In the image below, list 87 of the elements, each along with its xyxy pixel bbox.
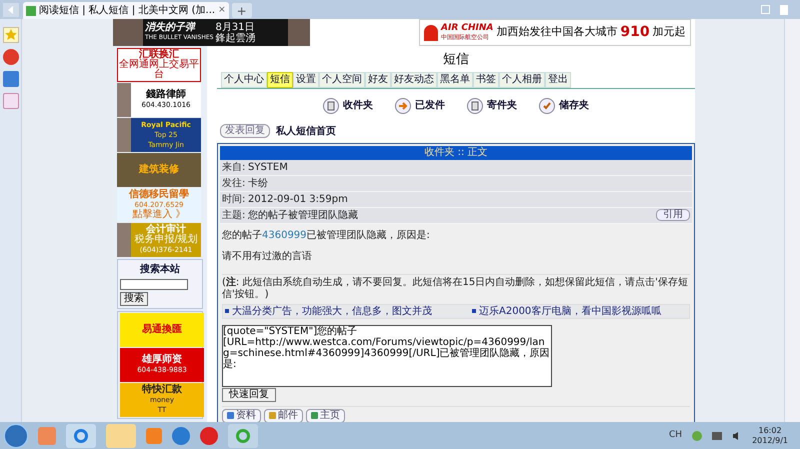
page-title: 短信 — [443, 51, 469, 69]
ad-text: 910 — [620, 23, 650, 42]
ad-text: 税务申报/规划 — [134, 235, 198, 245]
post-link[interactable]: 4360999 — [262, 230, 307, 240]
reply-button[interactable]: 发表回复 — [220, 124, 270, 138]
field-value: 卡纷 — [248, 176, 269, 190]
folder-link[interactable]: 储存夹 — [559, 98, 589, 113]
ad-text: 鋒起雲湧 — [215, 32, 256, 44]
nav-tab[interactable]: 设置 — [293, 72, 319, 88]
search-button[interactable]: 搜索 — [120, 292, 148, 306]
ad-banner[interactable]: 建筑装修 — [117, 153, 201, 187]
reply-field[interactable]: [quote="SYSTEM"]您的帖子 [URL=http://www.westca.com/Forums/viewtopic/p=4360999/lang=schinese.html#4360999]4360999[/URL]已被管理团队隐藏，原因是: — [222, 324, 552, 386]
nav-tab[interactable]: 个人空间 — [319, 72, 365, 88]
ad-text: 会计审计 — [146, 225, 186, 235]
ad-text: 加西始发往中国各大城市 — [496, 24, 618, 40]
nav-tab[interactable]: 好友 — [365, 72, 391, 88]
note-text: (注: 此短信由系统自动生成，请不要回复。此短信将在15日内自动删除，如想保留此短信，请点击'保存短信'按钮。) — [222, 274, 690, 300]
clock-time: 16:02 — [758, 426, 782, 436]
browser-tab[interactable]: 阅读短信 | 私人短信 | 北美中文网 (加... × — [23, 2, 229, 19]
start-button[interactable] — [4, 424, 28, 448]
photo-placeholder — [113, 19, 143, 46]
ad-text: 信德移民留學 — [129, 190, 189, 200]
field-value: 您的帖子被管理团队隐藏 — [248, 208, 359, 222]
site-icon — [26, 6, 36, 16]
bullet-icon — [472, 309, 476, 313]
photo-placeholder — [117, 83, 131, 117]
ad-text: 消失的子弹 — [145, 22, 197, 32]
search-field[interactable] — [120, 279, 188, 290]
nav-tab[interactable]: 短信 — [267, 72, 293, 88]
star-icon[interactable] — [2, 27, 18, 43]
panel-title: 搜索本站 — [140, 262, 180, 277]
folder-icon[interactable] — [106, 424, 136, 448]
folder-link[interactable]: 收件夹 — [343, 98, 373, 113]
photo-placeholder — [117, 118, 131, 152]
ad-text: 建筑装修 — [139, 165, 179, 175]
profile-button[interactable]: 主页 — [306, 408, 345, 422]
ad-link[interactable]: 大温分类广告，功能强大，信息多，图文并茂 — [232, 304, 432, 318]
message-header: 收件夹 :: 正文 — [220, 146, 692, 160]
quote-button[interactable]: 引用 — [656, 209, 690, 221]
ad-banner[interactable]: 易通換匯 — [120, 313, 204, 347]
quick-reply-button[interactable]: 快速回复 — [222, 388, 276, 402]
nav-tab[interactable]: 登出 — [545, 72, 571, 88]
profile-button[interactable]: 资料 — [222, 408, 261, 422]
nav-tab[interactable]: 黑名单 — [437, 72, 473, 88]
document-icon — [467, 98, 483, 114]
nav-tab[interactable]: 个人相册 — [499, 72, 545, 88]
field-label: 来自: — [222, 160, 246, 174]
window-icon[interactable] — [761, 5, 770, 14]
field-value: SYSTEM — [248, 160, 289, 174]
tab-title: 阅读短信 | 私人短信 | 北美中文网 (加... — [39, 4, 216, 18]
nav-tab[interactable]: 书签 — [473, 72, 499, 88]
checkmark-icon — [539, 98, 555, 114]
ad-text: AIR CHINA — [441, 24, 494, 32]
ad-text: 特快汇款 — [142, 385, 182, 395]
folder-link[interactable]: 已发件 — [415, 98, 445, 113]
ad-text: 易通換匯 — [142, 325, 182, 335]
field-value: 2012-09-01 3:59pm — [248, 192, 349, 206]
photo-placeholder — [288, 19, 310, 46]
browser-icon[interactable] — [66, 424, 96, 448]
ad-text: 點擊進入 》 — [132, 210, 186, 220]
ad-text: 錢路律師 — [146, 90, 186, 100]
field-label: 发往: — [222, 176, 246, 190]
field-label: 主题: — [222, 208, 246, 222]
document-icon — [323, 98, 339, 114]
browser-icon[interactable] — [228, 424, 258, 448]
nav-tab[interactable]: 个人中心 — [221, 72, 267, 88]
logo-icon — [424, 24, 438, 40]
nav-tab[interactable]: 好友动态 — [391, 72, 437, 88]
ad-text: 全网通网上交易平台 — [118, 60, 200, 80]
ad-text: 8月31日 — [215, 22, 256, 32]
ad-text: 加元起 — [652, 24, 686, 40]
photo-placeholder — [117, 223, 131, 257]
scrollbar[interactable] — [784, 19, 800, 422]
message-body: 您的帖子4360999已被管理团队隐藏，原因是: — [222, 228, 431, 242]
profile-button[interactable]: 邮件 — [264, 408, 303, 422]
close-tab-button[interactable]: × — [218, 4, 226, 18]
new-tab-button[interactable]: + — [232, 3, 252, 18]
clock-date: 2012/9/1 — [752, 436, 788, 446]
ad-link[interactable]: 迈乐A2000客厅电脑，看中国影视源呱呱 — [479, 304, 662, 318]
bullet-icon — [225, 309, 229, 313]
field-label: 时间: — [222, 192, 246, 206]
language-indicator[interactable]: CH — [669, 428, 682, 442]
reason-text: 请不用有过激的言语 — [222, 250, 313, 264]
folder-link[interactable]: 寄件夹 — [487, 98, 517, 113]
back-icon[interactable] — [3, 3, 19, 17]
ad-text: 雄厚师资 — [142, 355, 182, 365]
breadcrumb-link[interactable]: 私人短信首页 — [276, 124, 336, 138]
